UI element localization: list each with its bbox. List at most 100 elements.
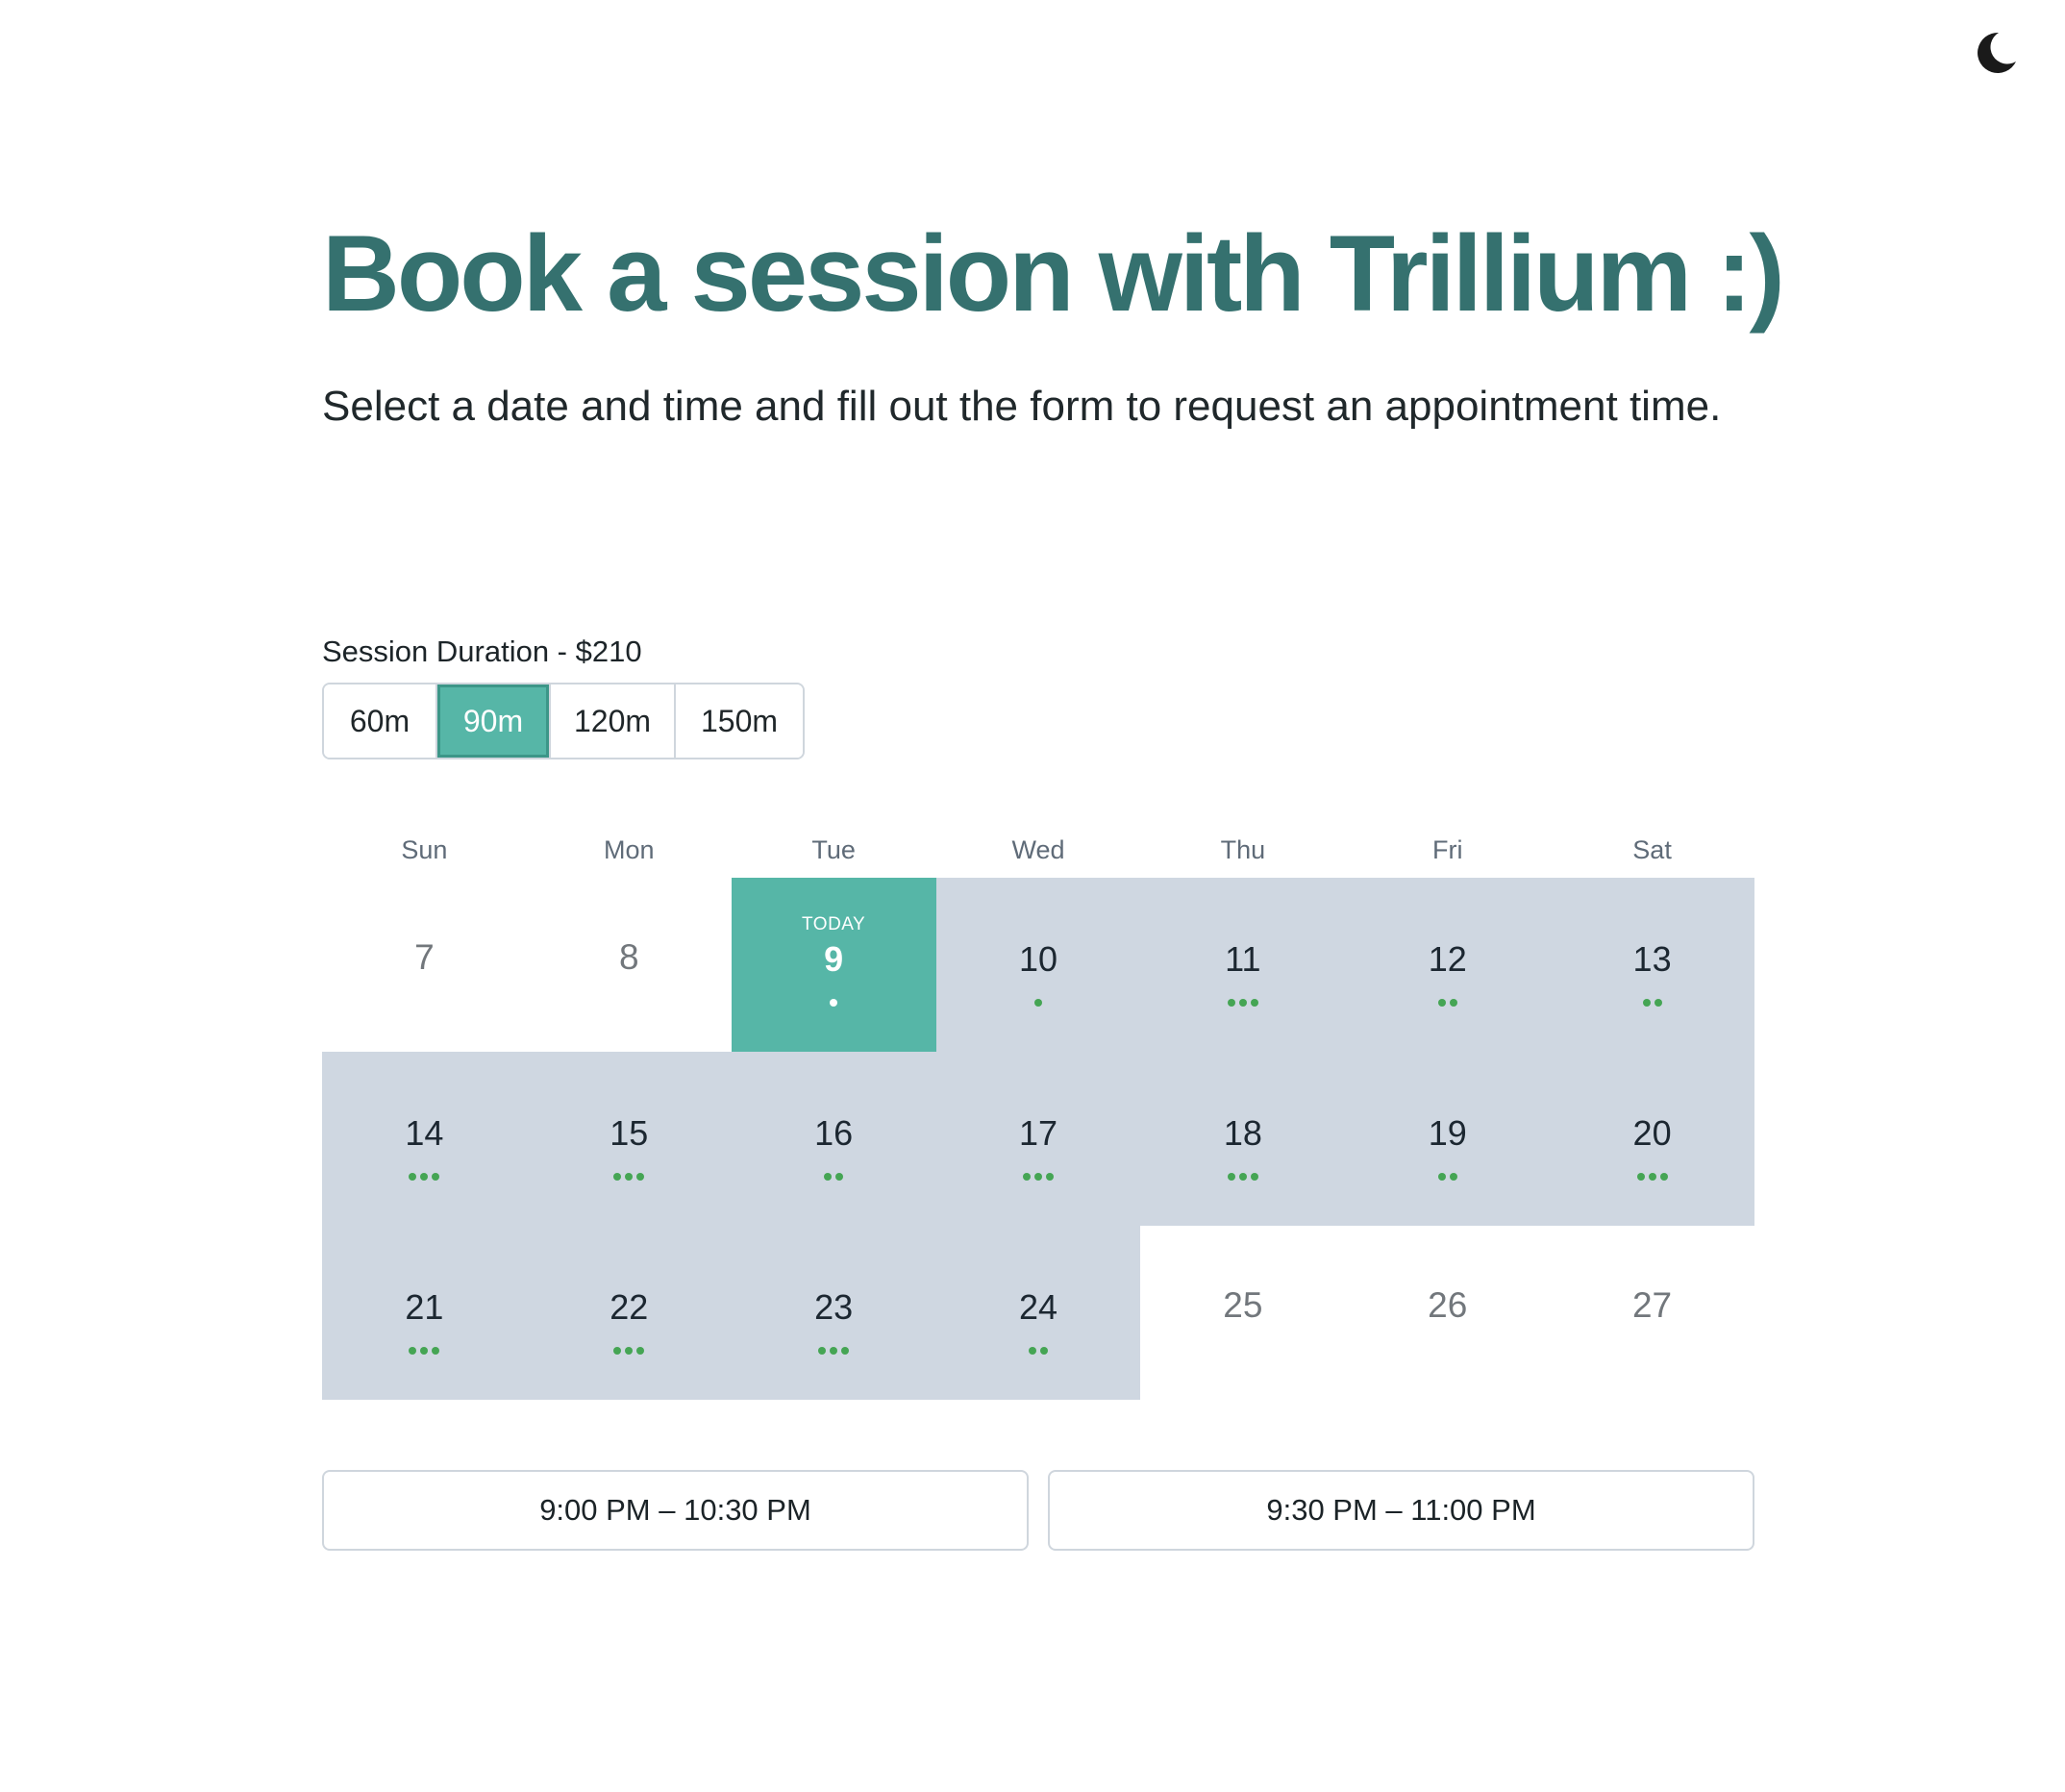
availability-dot [636, 1173, 645, 1181]
availability-dot [830, 999, 838, 1007]
availability-dot [1033, 999, 1042, 1007]
day-number: 13 [1632, 939, 1672, 979]
calendar-day[interactable]: 19 [1345, 1052, 1551, 1226]
day-number: 8 [618, 937, 639, 977]
availability-dots [936, 1173, 1141, 1182]
availability-dots [1345, 999, 1550, 1008]
day-number: 18 [1223, 1113, 1262, 1153]
availability-dot [1238, 1173, 1247, 1181]
day-number: 27 [1631, 1285, 1673, 1325]
availability-dot [818, 1347, 827, 1355]
time-slot-list: 9:00 PM – 10:30 PM 9:30 PM – 11:00 PM [322, 1470, 1754, 1551]
day-number: 23 [814, 1287, 854, 1327]
availability-dots [1140, 999, 1345, 1008]
calendar-day[interactable]: 11 [1140, 878, 1346, 1052]
availability-dot [1039, 1347, 1048, 1355]
availability-dots [322, 1347, 527, 1356]
calendar-day[interactable]: 23 [731, 1226, 936, 1400]
availability-dots [527, 1347, 732, 1356]
availability-dot [613, 1347, 622, 1355]
calendar-day[interactable]: 18 [1140, 1052, 1346, 1226]
today-label: TODAY [802, 914, 866, 934]
availability-dot [1648, 1173, 1656, 1181]
availability-dot [1642, 999, 1651, 1007]
availability-dots [732, 1347, 936, 1356]
day-number: 22 [610, 1287, 649, 1327]
availability-dot [1045, 1173, 1054, 1181]
page-subtitle: Select a date and time and fill out the … [322, 383, 1722, 430]
availability-dot [1437, 999, 1446, 1007]
calendar-day[interactable]: 15 [526, 1052, 732, 1226]
availability-dot [1449, 999, 1457, 1007]
duration-90m-button[interactable]: 90m [437, 684, 551, 758]
day-number: 19 [1428, 1113, 1467, 1153]
day-number: 14 [405, 1113, 444, 1153]
day-number: 24 [1018, 1287, 1058, 1327]
availability-dot [1033, 1173, 1042, 1181]
day-number: 9 [824, 939, 844, 979]
calendar-day[interactable]: 14 [322, 1052, 527, 1226]
weekday-fri: Fri [1431, 835, 1463, 864]
availability-dot [1636, 1173, 1645, 1181]
day-number: 17 [1018, 1113, 1058, 1153]
time-slot-button[interactable]: 9:30 PM – 11:00 PM [1048, 1470, 1754, 1551]
calendar-day[interactable]: 20 [1550, 1052, 1754, 1226]
day-number: 11 [1225, 939, 1261, 979]
day-number: 16 [814, 1113, 854, 1153]
availability-dot [1028, 1347, 1036, 1355]
calendar-weekday-header: Sun Mon Tue Wed Thu Fri Sat [322, 829, 1754, 871]
availability-dot [409, 1173, 417, 1181]
calendar-day[interactable]: 22 [526, 1226, 732, 1400]
availability-dot [420, 1173, 429, 1181]
availability-dot [1250, 1173, 1258, 1181]
calendar-day: 8 [526, 878, 732, 1052]
day-number: 15 [610, 1113, 649, 1153]
moon-icon [1978, 32, 2016, 73]
availability-dots [936, 1347, 1141, 1356]
calendar-day[interactable]: 21 [322, 1226, 527, 1400]
calendar-day[interactable]: 17 [935, 1052, 1141, 1226]
weekday-tue: Tue [811, 835, 856, 864]
availability-dot [1238, 999, 1247, 1007]
duration-150m-button[interactable]: 150m [676, 684, 803, 758]
day-number: 25 [1223, 1285, 1263, 1325]
page-title: Book a session with Trillium :) [322, 213, 1785, 334]
availability-dot [1659, 1173, 1668, 1181]
duration-120m-button[interactable]: 120m [551, 684, 676, 758]
availability-dot [1250, 999, 1258, 1007]
availability-dot [824, 1173, 833, 1181]
availability-dot [420, 1347, 429, 1355]
calendar-day[interactable]: 16 [731, 1052, 936, 1226]
calendar-day[interactable]: 13 [1550, 878, 1754, 1052]
session-duration-selector: 60m 90m 120m 150m [322, 683, 805, 759]
availability-dot [1449, 1173, 1457, 1181]
time-slot-button[interactable]: 9:00 PM – 10:30 PM [322, 1470, 1029, 1551]
day-number: 26 [1428, 1285, 1468, 1325]
calendar-day[interactable]: 10 [935, 878, 1141, 1052]
availability-dot [835, 1173, 844, 1181]
calendar-day: 7 [322, 878, 527, 1052]
availability-dots [1550, 1173, 1754, 1182]
availability-dot [1227, 999, 1235, 1007]
day-number: 12 [1428, 939, 1467, 979]
day-number: 10 [1018, 939, 1058, 979]
availability-dot [613, 1173, 622, 1181]
availability-dot [409, 1347, 417, 1355]
availability-dot [432, 1173, 440, 1181]
day-number: 20 [1632, 1113, 1672, 1153]
calendar-day-today[interactable]: TODAY 9 [731, 878, 936, 1052]
weekday-sun: Sun [401, 835, 448, 864]
availability-dot [636, 1347, 645, 1355]
day-number: 7 [414, 937, 435, 977]
duration-60m-button[interactable]: 60m [324, 684, 437, 758]
availability-dots [1345, 1173, 1550, 1182]
availability-dots [322, 1173, 527, 1182]
calendar-day[interactable]: 24 [935, 1226, 1141, 1400]
availability-dots [1140, 1173, 1345, 1182]
availability-dots [732, 999, 936, 1008]
calendar-day: 26 [1345, 1226, 1551, 1400]
weekday-thu: Thu [1220, 835, 1266, 864]
availability-dot [1654, 999, 1662, 1007]
calendar-day[interactable]: 12 [1345, 878, 1551, 1052]
theme-toggle-button[interactable] [1972, 29, 2020, 77]
